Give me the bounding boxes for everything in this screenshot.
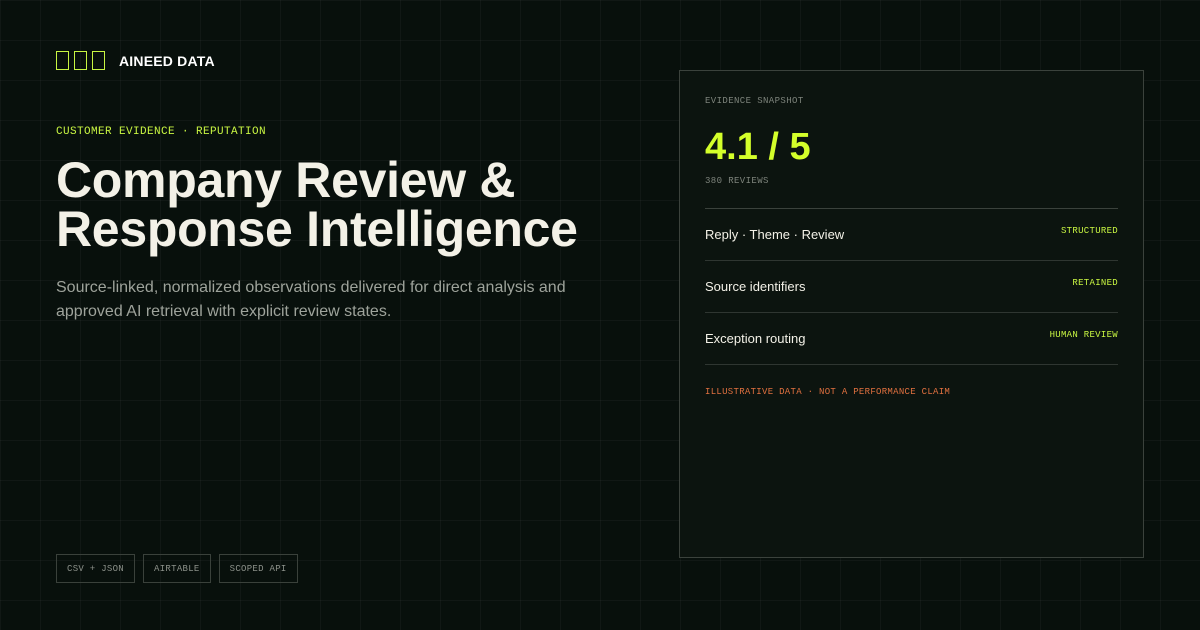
page-title-line-2: Response Intelligence: [56, 201, 578, 257]
status-badge: HUMAN REVIEW: [1049, 330, 1118, 340]
list-item: Reply · Theme · Review STRUCTURED: [705, 209, 1118, 261]
rating-score: 4.1 / 5: [705, 126, 811, 168]
brand[interactable]: AINEED DATA: [56, 44, 215, 76]
row-label: Reply · Theme · Review: [705, 227, 845, 242]
row-label: Exception routing: [705, 331, 806, 346]
row-label: Source identifiers: [705, 279, 806, 294]
page-subtitle: Source-linked, normalized observations d…: [56, 279, 566, 320]
tag-csv-json: CSV + JSON: [56, 554, 136, 583]
brand-name: AINEED DATA: [119, 53, 215, 69]
status-badge: STRUCTURED: [1060, 226, 1118, 236]
tag-airtable: AIRTABLE: [143, 554, 211, 583]
list-item: Source identifiers RETAINED: [705, 261, 1118, 313]
feature-list: Reply · Theme · Review STRUCTURED Source…: [705, 208, 1118, 365]
page-title: Company Review & Response Intelligence: [56, 152, 656, 257]
list-item: Exception routing HUMAN REVIEW: [705, 313, 1118, 365]
disclaimer: ILLUSTRATIVE DATA · NOT A PERFORMANCE CL…: [705, 387, 951, 397]
eyebrow-label: CUSTOMER EVIDENCE · REPUTATION: [56, 126, 267, 138]
logo-square: [74, 50, 87, 70]
status-badge: RETAINED: [1072, 278, 1118, 288]
format-tags: CSV + JSON AIRTABLE SCOPED API: [56, 554, 298, 583]
evidence-snapshot-panel: EVIDENCE SNAPSHOT 4.1 / 5 380 REVIEWS Re…: [679, 70, 1144, 558]
reviews-count: 380 REVIEWS: [705, 176, 769, 186]
panel-kicker: EVIDENCE SNAPSHOT: [705, 96, 804, 106]
three-square-logo-icon: [56, 50, 105, 70]
logo-square: [56, 50, 69, 70]
page-title-line-1: Company Review &: [56, 152, 516, 208]
logo-square: [92, 50, 105, 70]
tag-scoped-api: SCOPED API: [218, 554, 298, 583]
